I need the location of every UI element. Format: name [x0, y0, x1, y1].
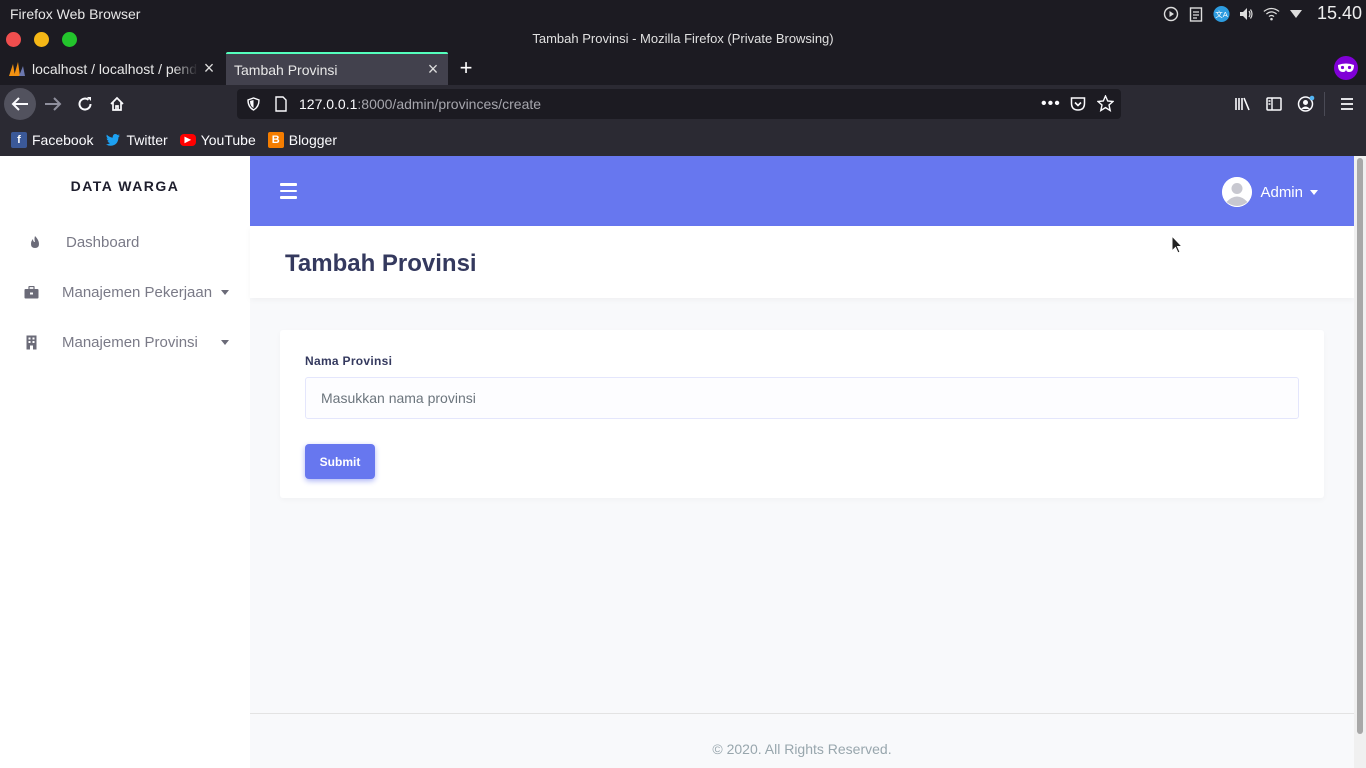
bookmark-blogger[interactable]: B Blogger [267, 131, 337, 148]
account-icon [1297, 95, 1315, 112]
sidebar-item-label: Dashboard [66, 233, 140, 251]
back-arrow-icon [11, 97, 28, 111]
page-scrollbar[interactable] [1354, 156, 1366, 768]
sidebar-item-manajemen-provinsi[interactable]: Manajemen Provinsi [0, 322, 250, 362]
tray-expand-icon[interactable] [1288, 5, 1305, 22]
bookmark-label: Facebook [32, 131, 94, 148]
forward-button[interactable] [37, 88, 69, 120]
close-icon[interactable]: × [422, 59, 444, 80]
os-top-bar: Firefox Web Browser 文A 15.40 [0, 0, 1366, 27]
close-icon[interactable]: × [198, 58, 220, 79]
top-navbar: Admin [250, 156, 1354, 226]
clipboard-icon[interactable] [1188, 5, 1205, 22]
province-name-label: Nama Provinsi [305, 354, 393, 368]
sidebar-toggle-icon[interactable] [280, 183, 297, 199]
phpmyadmin-icon [8, 61, 26, 77]
sidebar-item-manajemen-pekerjaan[interactable]: Manajemen Pekerjaan [0, 272, 250, 312]
tab-label: Tambah Provinsi [234, 61, 338, 78]
form-card: Nama Provinsi Submit [280, 330, 1324, 498]
url-path: :8000/admin/provinces/create [357, 96, 542, 112]
fire-icon [25, 232, 45, 252]
tab-label: localhost / localhost / pendataan [32, 60, 198, 77]
media-play-icon[interactable] [1163, 5, 1180, 22]
page-actions-icon[interactable]: ••• [1041, 95, 1061, 113]
reload-icon [78, 97, 92, 111]
hamburger-menu-icon [1341, 98, 1353, 110]
tab-bar: localhost / localhost / pendataan × Tamb… [0, 52, 1366, 85]
navigation-toolbar: 127.0.0.1:8000/admin/provinces/create ••… [0, 85, 1366, 123]
section-header: Tambah Provinsi [250, 226, 1354, 298]
facebook-icon: f [11, 131, 27, 148]
url-host: 127.0.0.1 [299, 96, 358, 112]
avatar [1222, 177, 1253, 207]
blogger-icon: B [267, 131, 284, 148]
mouse-cursor-icon [1171, 234, 1184, 259]
os-clock: 15.40 [1316, 3, 1362, 23]
footer: © 2020. All Rights Reserved. [250, 713, 1354, 768]
private-browsing-icon [1334, 56, 1358, 80]
footer-copyright: © 2020. All Rights Reserved. [712, 741, 892, 757]
twitter-icon [105, 132, 121, 148]
pocket-icon[interactable] [1070, 96, 1086, 115]
translate-icon[interactable]: 文A [1213, 5, 1230, 22]
sidebar-item-dashboard[interactable]: Dashboard [0, 222, 250, 262]
address-bar[interactable]: 127.0.0.1:8000/admin/provinces/create ••… [237, 89, 1121, 119]
chevron-down-icon [221, 340, 229, 345]
scrollbar-thumb[interactable] [1357, 158, 1363, 734]
svg-text:文A: 文A [1215, 8, 1229, 18]
system-tray: 文A 15.40 [1163, 0, 1366, 27]
tracking-protection-shield-icon[interactable] [247, 97, 260, 114]
briefcase-icon [21, 282, 41, 302]
sidebar-item-label: Manajemen Provinsi [62, 333, 198, 351]
volume-icon[interactable] [1238, 5, 1255, 22]
user-name: Admin [1260, 183, 1303, 201]
chevron-down-icon [1310, 189, 1318, 195]
page-info-icon[interactable] [275, 96, 287, 115]
submit-button[interactable]: Submit [305, 444, 375, 479]
url-text[interactable]: 127.0.0.1:8000/admin/provinces/create [299, 96, 541, 112]
chevron-down-icon [221, 290, 229, 295]
app-menu-button[interactable] [1331, 88, 1363, 120]
account-button[interactable] [1290, 88, 1322, 120]
tab-tambah-provinsi[interactable]: Tambah Provinsi × [226, 52, 448, 85]
bookmark-label: YouTube [200, 131, 256, 148]
bookmark-label: Twitter [126, 131, 168, 148]
new-tab-button[interactable]: + [455, 55, 477, 81]
library-icon [1234, 97, 1250, 111]
window-title: Tambah Provinsi - Mozilla Firefox (Priva… [532, 31, 834, 46]
building-icon [21, 332, 41, 352]
library-button[interactable] [1226, 88, 1258, 120]
sidebar-toggle-button[interactable] [1258, 88, 1290, 120]
youtube-icon: ▶ [179, 133, 196, 146]
home-button[interactable] [101, 88, 133, 120]
window-titlebar: Tambah Provinsi - Mozilla Firefox (Priva… [0, 27, 1366, 52]
reload-button[interactable] [69, 88, 101, 120]
user-dropdown[interactable]: Admin [1222, 177, 1318, 207]
page-title: Tambah Provinsi [285, 250, 477, 277]
home-icon [110, 96, 124, 111]
wifi-icon[interactable] [1263, 5, 1280, 22]
bookmark-twitter[interactable]: Twitter [105, 131, 168, 148]
back-button[interactable] [4, 88, 36, 120]
tab-phpmyadmin[interactable]: localhost / localhost / pendataan × [0, 52, 224, 85]
bookmark-facebook[interactable]: f Facebook [11, 131, 94, 148]
toolbar-divider [1324, 92, 1325, 116]
sidebar: DATA WARGA Dashboard Manajemen Pekerjaan… [0, 156, 250, 768]
web-page: DATA WARGA Dashboard Manajemen Pekerjaan… [0, 156, 1366, 768]
sidebar-toggle-icon [1266, 97, 1282, 111]
bookmark-label: Blogger [288, 131, 337, 148]
bookmark-star-icon[interactable] [1096, 94, 1115, 115]
bookmarks-toolbar: f Facebook Twitter ▶ YouTube B Blogger [0, 123, 1366, 156]
province-name-input[interactable] [305, 377, 1299, 419]
bookmark-youtube[interactable]: ▶ YouTube [179, 131, 256, 148]
sidebar-brand[interactable]: DATA WARGA [0, 178, 250, 194]
os-app-title: Firefox Web Browser [10, 6, 141, 22]
sidebar-item-label: Manajemen Pekerjaan [62, 283, 213, 301]
forward-arrow-icon [45, 97, 62, 111]
